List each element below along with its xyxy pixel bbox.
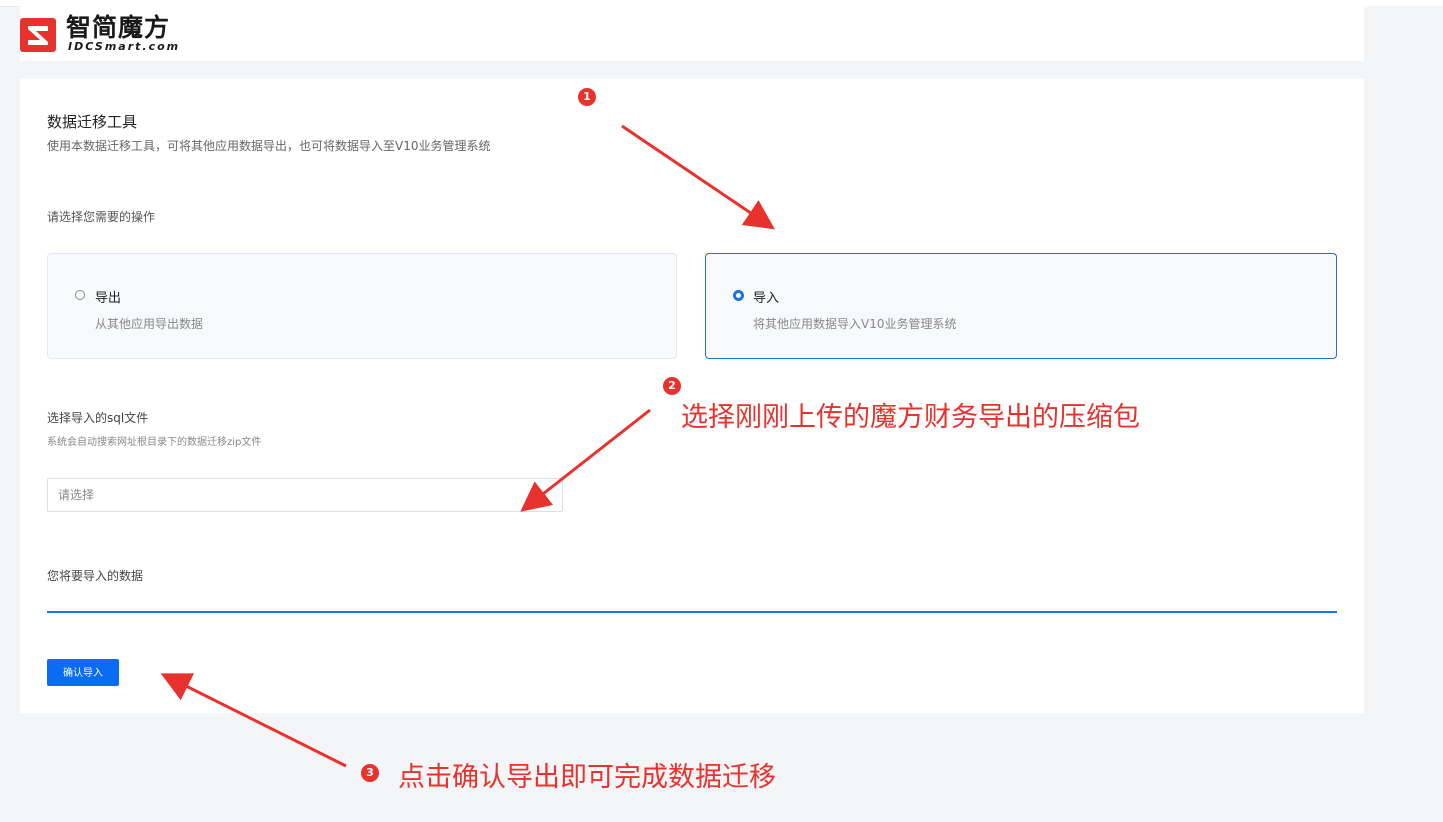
file-select-input[interactable]: 请选择 xyxy=(47,478,563,512)
import-option[interactable]: 导入 将其他应用数据导入V10业务管理系统 xyxy=(705,253,1337,359)
migration-card: 数据迁移工具 使用本数据迁移工具，可将其他应用数据导出，也可将数据导入至V10业… xyxy=(20,79,1364,713)
page-subtitle: 使用本数据迁移工具，可将其他应用数据导出，也可将数据导入至V10业务管理系统 xyxy=(47,139,491,153)
import-desc: 将其他应用数据导入V10业务管理系统 xyxy=(753,317,957,331)
logo-subtext: IDCSmart.com xyxy=(68,40,181,53)
step3-annotation: 点击确认导出即可完成数据迁移 xyxy=(398,762,776,793)
confirm-import-button[interactable]: 确认导入 xyxy=(47,659,119,686)
import-radio[interactable] xyxy=(733,290,744,301)
logo-icon xyxy=(20,18,56,52)
step2-annotation: 选择刚刚上传的魔方财务导出的压缩包 xyxy=(681,402,1140,433)
import-label: 导入 xyxy=(753,291,780,306)
operation-prompt: 请选择您需要的操作 xyxy=(47,210,156,224)
app-header: 智简魔方 IDCSmart.com xyxy=(20,6,1364,61)
step-badge-3: 3 xyxy=(361,764,379,782)
import-data-divider xyxy=(47,611,1337,613)
page-title: 数据迁移工具 xyxy=(47,113,138,131)
import-data-title: 您将要导入的数据 xyxy=(47,569,144,583)
file-select-hint: 系统会自动搜索网址根目录下的数据迁移zip文件 xyxy=(47,437,262,448)
step-badge-2: 2 xyxy=(663,377,681,395)
export-radio[interactable] xyxy=(75,290,85,300)
export-option[interactable]: 导出 从其他应用导出数据 xyxy=(47,253,677,359)
step-badge-1: 1 xyxy=(578,88,596,106)
export-label: 导出 xyxy=(95,291,122,306)
export-desc: 从其他应用导出数据 xyxy=(95,317,204,331)
logo-text: 智简魔方 xyxy=(66,13,171,42)
file-select-title: 选择导入的sql文件 xyxy=(47,411,149,425)
right-gutter xyxy=(1364,6,1443,822)
